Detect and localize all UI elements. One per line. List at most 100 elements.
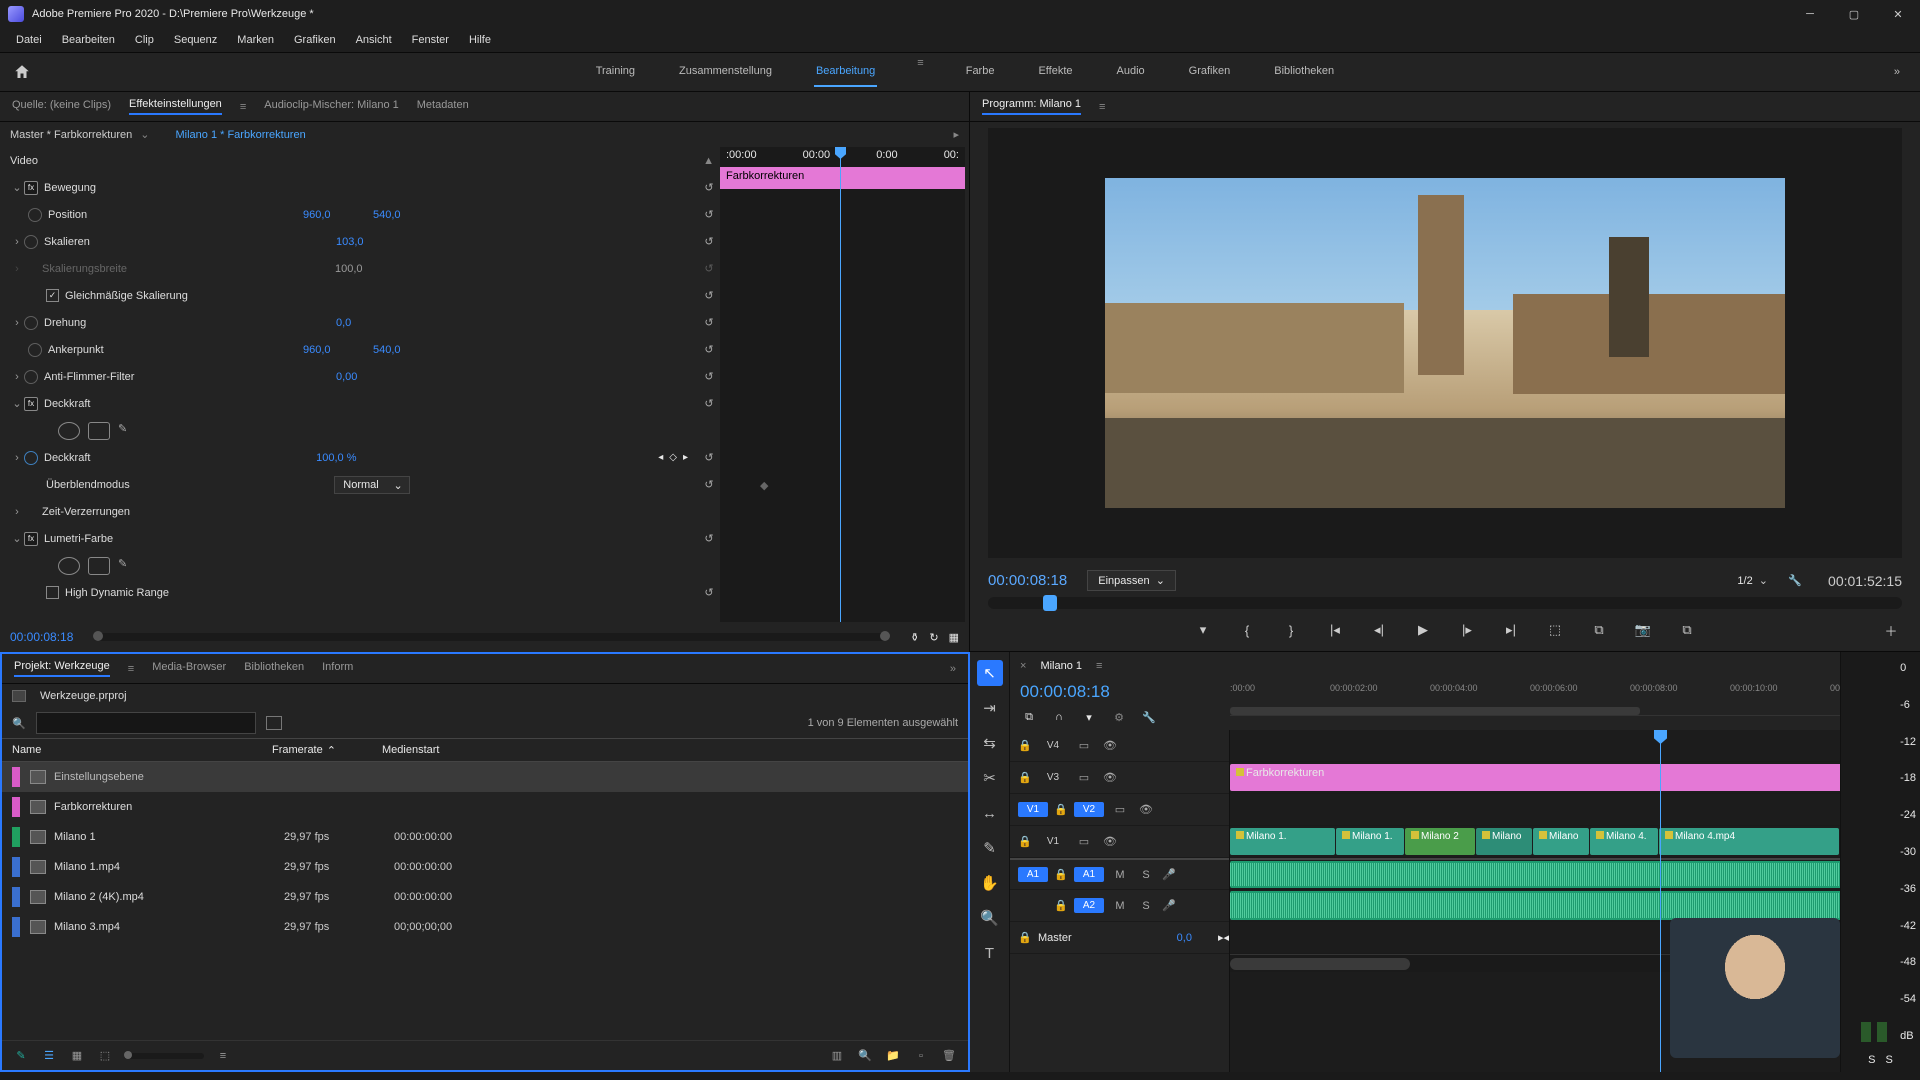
project-item[interactable]: Milano 1.mp429,97 fps00:00:00:00 — [2, 852, 968, 882]
video-clip[interactable]: Milano 1. — [1336, 828, 1404, 855]
track-v2-area[interactable] — [1230, 794, 1840, 826]
video-clip[interactable]: Milano 2 — [1405, 828, 1475, 855]
reset-position[interactable]: ↺ — [698, 204, 720, 226]
snap-icon[interactable]: ⧉ — [1020, 708, 1038, 726]
track-select-tool[interactable]: ⇥ — [977, 695, 1003, 721]
ripple-edit-tool[interactable]: ⇆ — [977, 730, 1003, 756]
mark-in-button[interactable]: { — [1236, 619, 1258, 641]
blend-mode-dropdown[interactable]: Normal⌄ — [334, 476, 409, 494]
prev-keyframe[interactable]: ◂ — [658, 452, 663, 463]
project-item[interactable]: Einstellungsebene — [2, 762, 968, 792]
tab-audio-mixer[interactable]: Audioclip-Mischer: Milano 1 — [264, 99, 399, 114]
pen-mask-lumetri[interactable]: ✎ — [118, 557, 127, 575]
effect-lumetri[interactable]: Lumetri-Farbe — [44, 533, 698, 545]
program-playhead[interactable] — [1043, 595, 1057, 611]
stopwatch-position[interactable] — [28, 208, 42, 222]
chevron-down-icon[interactable]: ⌄ — [140, 128, 149, 141]
program-monitor[interactable] — [988, 128, 1902, 558]
menu-ansicht[interactable]: Ansicht — [346, 31, 402, 49]
menu-bearbeiten[interactable]: Bearbeiten — [52, 31, 125, 49]
workspace-grafiken[interactable]: Grafiken — [1187, 57, 1233, 87]
hand-tool[interactable]: ✋ — [977, 870, 1003, 896]
antiflimmer-value[interactable]: 0,00 — [336, 371, 406, 383]
fx-badge[interactable]: fx — [24, 181, 38, 195]
workspace-audio[interactable]: Audio — [1115, 57, 1147, 87]
workspace-zusammenstellung[interactable]: Zusammenstellung — [677, 57, 774, 87]
maximize-button[interactable]: ▢ — [1832, 0, 1876, 28]
reset-anker[interactable]: ↺ — [698, 339, 720, 361]
effect-deckkraft[interactable]: Deckkraft — [44, 398, 698, 410]
track-v4-area[interactable] — [1230, 730, 1840, 762]
src-a1[interactable]: A1 — [1018, 867, 1048, 882]
project-overflow-icon[interactable]: » — [950, 663, 956, 675]
twirl-lumetri[interactable]: ⌄ — [10, 532, 24, 545]
uniform-scale-checkbox[interactable] — [46, 289, 59, 302]
menu-clip[interactable]: Clip — [125, 31, 164, 49]
solo-a2[interactable]: S — [1136, 900, 1156, 912]
skalieren-value[interactable]: 103,0 — [336, 236, 406, 248]
workspace-bibliotheken[interactable]: Bibliotheken — [1272, 57, 1336, 87]
timeline-playhead[interactable] — [1660, 730, 1661, 1072]
minimize-button[interactable]: ─ — [1788, 0, 1832, 28]
workspace-farbe[interactable]: Farbe — [964, 57, 997, 87]
mute-v3[interactable]: ▭ — [1074, 771, 1094, 784]
new-bin-button[interactable]: 📁 — [884, 1047, 902, 1065]
tab-menu-icon[interactable]: ≡ — [240, 101, 246, 113]
eye-v4[interactable]: 👁 — [1100, 739, 1120, 752]
rect-mask-lumetri[interactable] — [88, 557, 110, 575]
mute-a1[interactable]: M — [1110, 869, 1130, 881]
timeline-ruler[interactable]: :00:00 00:00:02:00 00:00:04:00 00:00:06:… — [1230, 680, 1840, 716]
twirl-deckkraft[interactable]: ⌄ — [10, 397, 24, 410]
program-scrubber[interactable] — [988, 597, 1902, 609]
mute-v4[interactable]: ▭ — [1074, 739, 1094, 752]
tab-effect-controls[interactable]: Effekteinstellungen — [129, 98, 222, 115]
src-v1[interactable]: V1 — [1018, 802, 1048, 817]
tab-project[interactable]: Projekt: Werkzeuge — [14, 660, 110, 677]
twirl-zeit[interactable]: › — [10, 506, 24, 518]
sequence-clip-label[interactable]: Milano 1 * Farbkorrekturen — [175, 129, 305, 141]
mark-out-button[interactable]: } — [1280, 619, 1302, 641]
reset-deckkraft-fx[interactable]: ↺ — [698, 393, 720, 415]
loop-icon[interactable]: ↻ — [929, 631, 938, 644]
col-framerate[interactable]: Framerate⌃ — [272, 744, 382, 757]
sort-icon[interactable]: ≡ — [214, 1047, 232, 1065]
col-name[interactable]: Name — [12, 744, 272, 756]
solo-left[interactable]: S — [1868, 1054, 1875, 1066]
eye-v3[interactable]: 👁 — [1100, 771, 1120, 784]
anker-x[interactable]: 960,0 — [303, 344, 373, 356]
track-v4[interactable]: V4 — [1038, 738, 1068, 753]
scroll-up-icon[interactable]: ▲ — [703, 155, 714, 167]
comparison-button[interactable]: ⧉ — [1676, 619, 1698, 641]
seq-menu-icon[interactable]: ≡ — [1096, 660, 1102, 672]
resolution-dropdown[interactable]: 1/2 ⌄ — [1737, 574, 1768, 587]
project-item[interactable]: Milano 129,97 fps00:00:00:00 — [2, 822, 968, 852]
effect-zeit[interactable]: Zeit-Verzerrungen — [42, 506, 720, 518]
adjustment-clip[interactable]: Farbkorrekturen — [1230, 764, 1840, 791]
lock-v4[interactable]: 🔒 — [1018, 739, 1032, 752]
next-keyframe[interactable]: ▸ — [683, 452, 688, 463]
slip-tool[interactable]: ↔ — [977, 800, 1003, 826]
eye-v1[interactable]: 👁 — [1100, 835, 1120, 848]
video-clip[interactable]: Milano — [1476, 828, 1532, 855]
video-clip[interactable]: Milano 4. — [1590, 828, 1658, 855]
track-v3-area[interactable]: Farbkorrekturen — [1230, 762, 1840, 794]
reset-skalieren[interactable]: ↺ — [698, 231, 720, 253]
tab-media-browser[interactable]: Media-Browser — [152, 661, 226, 676]
reset-bewegung[interactable]: ↺ — [698, 177, 720, 199]
track-v2[interactable]: V2 — [1074, 802, 1104, 817]
program-menu-icon[interactable]: ≡ — [1099, 101, 1105, 113]
effect-timecode[interactable]: 00:00:08:18 — [10, 630, 73, 644]
reset-hdr[interactable]: ↺ — [698, 582, 720, 604]
project-tab-menu-icon[interactable]: ≡ — [128, 663, 134, 675]
anker-y[interactable]: 540,0 — [373, 344, 443, 356]
drehung-value[interactable]: 0,0 — [336, 317, 406, 329]
step-back-button[interactable]: ◂| — [1368, 619, 1390, 641]
track-a1-area[interactable] — [1230, 858, 1840, 890]
marker-icon[interactable]: ▾ — [1080, 708, 1098, 726]
fx-badge-deckkraft[interactable]: fx — [24, 397, 38, 411]
thumbnail-slider[interactable] — [124, 1053, 204, 1059]
play-button[interactable]: ▶ — [1412, 619, 1434, 641]
video-clip[interactable]: Milano 4.mp4 — [1659, 828, 1839, 855]
lock-master[interactable]: 🔒 — [1018, 931, 1032, 944]
menu-sequenz[interactable]: Sequenz — [164, 31, 227, 49]
